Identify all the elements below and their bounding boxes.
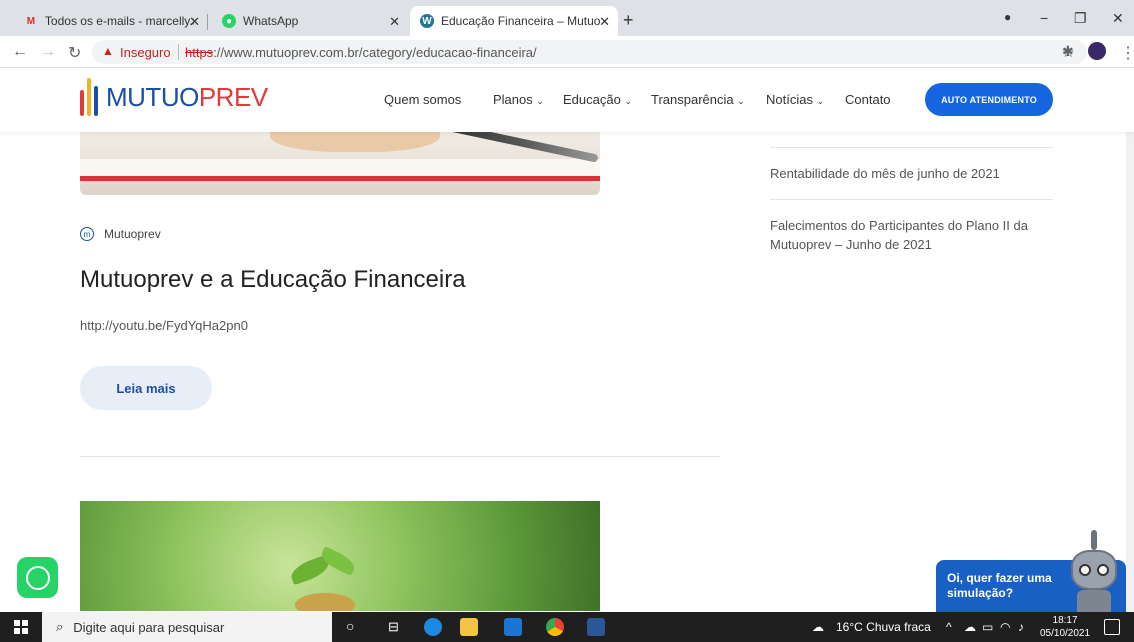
nav-educacao[interactable]: Educação ⌄ bbox=[563, 92, 632, 107]
url-separator bbox=[178, 44, 179, 60]
restore-icon[interactable]: ❐ bbox=[1074, 10, 1087, 27]
chrome-icon[interactable] bbox=[546, 618, 564, 636]
taskbar-search-box[interactable]: ⌕ Digite aqui para pesquisar bbox=[42, 612, 332, 642]
tab-separator bbox=[207, 14, 208, 30]
tab-gmail[interactable]: M Todos os e-mails - marcelly.ny77 ✕ bbox=[14, 6, 204, 36]
post-excerpt-link: http://youtu.be/FydYqHa2pn0 bbox=[80, 318, 248, 333]
nav-planos[interactable]: Planos ⌄ bbox=[493, 92, 544, 107]
nav-contato[interactable]: Contato bbox=[845, 92, 891, 107]
chevron-down-icon: ⌄ bbox=[737, 96, 745, 106]
gmail-icon: M bbox=[26, 15, 36, 27]
menu-dots-icon[interactable]: ⋮ bbox=[1120, 43, 1134, 63]
post-featured-image[interactable] bbox=[80, 132, 600, 195]
close-icon[interactable]: ✕ bbox=[599, 14, 610, 30]
whatsapp-float-button[interactable] bbox=[17, 557, 58, 598]
url-omnibox[interactable]: ▲ Inseguro https://www.mutuoprev.com.br/… bbox=[92, 40, 1087, 64]
post-featured-image[interactable] bbox=[80, 501, 600, 611]
forward-arrow-icon[interactable]: → bbox=[40, 43, 56, 61]
battery-icon[interactable]: ▭ bbox=[982, 620, 993, 634]
robot-avatar-icon[interactable] bbox=[1067, 530, 1121, 612]
warning-icon[interactable]: ▲ bbox=[102, 44, 114, 58]
url-text[interactable]: https://www.mutuoprev.com.br/category/ed… bbox=[185, 45, 537, 60]
tray-chevron-icon[interactable]: ^ bbox=[946, 620, 952, 634]
category-label: Mutuoprev bbox=[104, 227, 161, 241]
category-icon: m bbox=[80, 227, 94, 241]
edge-icon[interactable] bbox=[424, 618, 442, 636]
taskbar-search-placeholder: Digite aqui para pesquisar bbox=[73, 619, 225, 635]
windows-taskbar: ⌕ Digite aqui para pesquisar ○ ⊟ ☁ 16°C … bbox=[0, 612, 1134, 642]
chevron-down-icon: ⌄ bbox=[624, 96, 632, 106]
post-category[interactable]: m Mutuoprev bbox=[80, 227, 161, 241]
weather-text[interactable]: 16°C Chuva fraca bbox=[836, 620, 931, 634]
address-bar: ← → ↻ ▲ Inseguro https://www.mutuoprev.c… bbox=[0, 36, 1134, 68]
tab-title: Educação Financeira – Mutuopre bbox=[441, 14, 601, 28]
profile-avatar-icon[interactable] bbox=[1088, 42, 1106, 60]
read-more-button[interactable]: Leia mais bbox=[80, 366, 212, 410]
mail-icon[interactable] bbox=[504, 618, 522, 636]
notification-icon[interactable] bbox=[1104, 619, 1120, 635]
tab-mutuoprev[interactable]: W Educação Financeira – Mutuopre ✕ bbox=[410, 6, 618, 36]
auto-atendimento-button[interactable]: AUTO ATENDIMENTO bbox=[925, 83, 1053, 116]
new-tab-icon[interactable]: + bbox=[623, 10, 634, 31]
onedrive-icon[interactable]: ☁ bbox=[964, 620, 976, 634]
file-explorer-icon[interactable] bbox=[460, 618, 478, 636]
taskbar-clock[interactable]: 18:17 05/10/2021 bbox=[1040, 614, 1090, 640]
url-protocol: https bbox=[185, 45, 214, 60]
tab-whatsapp[interactable]: ● WhatsApp ✕ bbox=[212, 6, 408, 36]
volume-icon[interactable]: ♪ bbox=[1018, 620, 1024, 634]
clock-time: 18:17 bbox=[1052, 615, 1078, 626]
sidebar-post-link[interactable]: Rentabilidade do mês de junho de 2021 bbox=[770, 164, 1060, 183]
nav-transparencia[interactable]: Transparência ⌄ bbox=[651, 92, 745, 107]
task-view-icon[interactable]: ⊟ bbox=[388, 619, 399, 635]
sidebar-divider bbox=[770, 147, 1053, 148]
close-icon[interactable]: ✕ bbox=[189, 14, 200, 30]
word-icon[interactable] bbox=[587, 618, 605, 636]
extensions-puzzle-icon[interactable]: ✱ bbox=[1062, 43, 1074, 60]
windows-start-icon[interactable] bbox=[14, 620, 28, 634]
browser-tab-bar: M Todos os e-mails - marcelly.ny77 ✕ ● W… bbox=[0, 0, 1134, 36]
chevron-down-icon: ⌄ bbox=[536, 96, 544, 106]
reload-icon[interactable]: ↻ bbox=[68, 43, 81, 63]
page-scrollbar[interactable] bbox=[1126, 68, 1134, 612]
url-path: ://www.mutuoprev.com.br/category/educaca… bbox=[213, 45, 537, 60]
insecure-label[interactable]: Inseguro bbox=[120, 45, 171, 60]
search-icon: ⌕ bbox=[56, 619, 64, 634]
cortana-icon[interactable]: ○ bbox=[346, 618, 354, 634]
mutuoprev-logo[interactable]: MUTUOPREV bbox=[80, 78, 268, 116]
tab-title: WhatsApp bbox=[243, 14, 299, 28]
back-arrow-icon[interactable]: ← bbox=[12, 43, 28, 61]
minimize-icon[interactable]: − bbox=[1040, 10, 1048, 26]
nav-quem-somos[interactable]: Quem somos bbox=[384, 92, 461, 107]
close-icon[interactable]: ✕ bbox=[389, 14, 400, 30]
window-close-icon[interactable]: ✕ bbox=[1112, 10, 1124, 27]
weather-icon[interactable]: ☁ bbox=[812, 620, 824, 634]
wifi-icon[interactable]: ◠ bbox=[1000, 620, 1010, 634]
post-title[interactable]: Mutuoprev e a Educação Financeira bbox=[80, 266, 466, 294]
chevron-down-icon: ⌄ bbox=[816, 96, 825, 106]
chatbot-message: Oi, quer fazer uma simulação? bbox=[947, 571, 1052, 600]
sidebar-post-link[interactable]: Falecimentos do Participantes do Plano I… bbox=[770, 216, 1060, 254]
profile-dot-icon[interactable]: ● bbox=[1004, 10, 1011, 24]
logo-bars-icon bbox=[80, 78, 98, 116]
site-header: MUTUOPREV Quem somos Planos ⌄ Educação ⌄… bbox=[0, 68, 1134, 132]
clock-date: 05/10/2021 bbox=[1040, 628, 1091, 639]
tab-title: Todos os e-mails - marcelly.ny77 bbox=[44, 14, 194, 28]
sidebar-divider bbox=[770, 199, 1053, 200]
logo-text: MUTUOPREV bbox=[106, 81, 268, 112]
post-divider bbox=[80, 456, 720, 457]
whatsapp-icon: ● bbox=[222, 14, 236, 28]
whatsapp-icon bbox=[25, 565, 50, 590]
nav-noticias[interactable]: Notícias ⌄ bbox=[766, 92, 824, 107]
wordpress-icon: W bbox=[420, 14, 434, 28]
